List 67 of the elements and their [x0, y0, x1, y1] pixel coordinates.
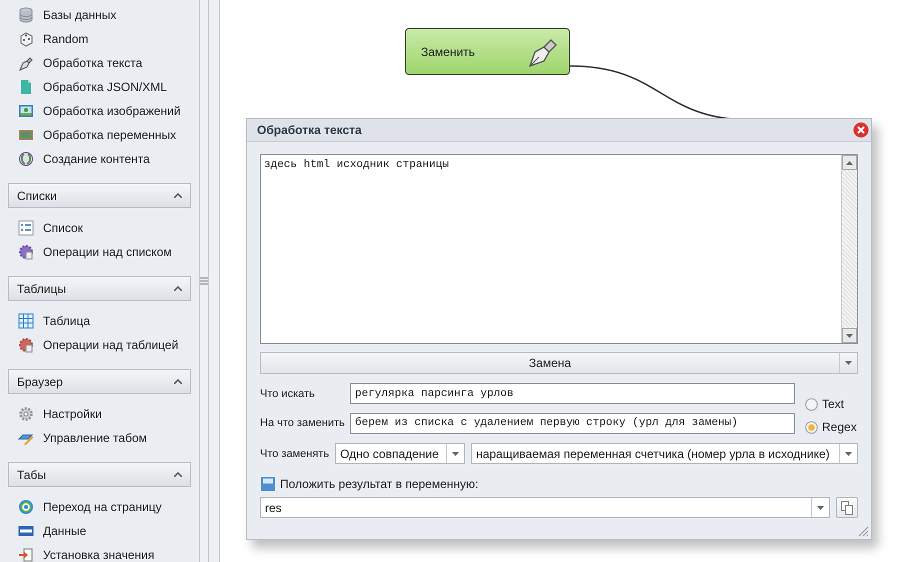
- radio-icon: [805, 398, 818, 410]
- sidebar-item[interactable]: Обработка изображений: [43, 104, 181, 118]
- gear-icon: [18, 337, 34, 353]
- chalkboard-icon: [18, 127, 34, 143]
- chevron-icon: [174, 286, 182, 291]
- sidebar-item[interactable]: Обработка переменных: [43, 128, 176, 142]
- sidebar-item[interactable]: Создание контента: [43, 152, 150, 166]
- sidebar-item[interactable]: Операции над таблицей: [43, 338, 178, 352]
- node-label: Заменить: [421, 44, 475, 58]
- copy-icon: [841, 500, 853, 514]
- sidebar-item[interactable]: Операции над списком: [43, 245, 172, 259]
- caret-icon: [452, 452, 460, 456]
- counter-dropdown[interactable]: наращиваемая переменная счетчика (номер урла в исходнике): [471, 443, 858, 464]
- caret-icon: [845, 452, 852, 456]
- close-icon[interactable]: [853, 122, 869, 138]
- grip-icon[interactable]: [200, 277, 208, 285]
- action-node[interactable]: Заменить: [405, 28, 570, 75]
- result-variable-dropdown[interactable]: res: [260, 497, 830, 518]
- group-header[interactable]: Табы: [8, 462, 191, 487]
- sidebar-item[interactable]: Обработка JSON/XML: [43, 80, 167, 94]
- table-icon: [18, 313, 34, 329]
- group-header[interactable]: Таблицы: [8, 276, 191, 301]
- gear-icon: [18, 406, 34, 422]
- database-icon: [18, 7, 34, 23]
- search-field[interactable]: регулярка парсинга урлов: [350, 383, 795, 404]
- caret-icon: [845, 361, 852, 365]
- sidebar-item[interactable]: Данные: [43, 524, 86, 538]
- sidebar-item[interactable]: Переход на страницу: [43, 500, 162, 514]
- dice-icon: [18, 31, 34, 47]
- scrollbar[interactable]: [841, 155, 857, 343]
- radio-button[interactable]: Text: [805, 397, 858, 411]
- field-label: Положить результат в переменную:: [280, 477, 478, 491]
- sidebar-item[interactable]: Random: [43, 32, 88, 46]
- sidebar-item[interactable]: Базы данных: [43, 8, 116, 22]
- chevron-icon: [174, 193, 182, 198]
- gear-icon: [18, 244, 34, 260]
- sidebar-item[interactable]: Настройки: [43, 407, 102, 421]
- replace-field[interactable]: берем из списка с удалением первую строку (урл для замены): [350, 412, 795, 434]
- sidebar-item[interactable]: Таблица: [43, 314, 90, 328]
- image-icon: [18, 103, 34, 119]
- pen-nib-icon: [18, 55, 34, 71]
- group-header[interactable]: Списки: [8, 183, 191, 208]
- source-text-area[interactable]: здесь html исходник страницы: [260, 154, 858, 344]
- caret-icon: [817, 506, 824, 510]
- arrow-icon: [18, 547, 34, 562]
- chevron-icon: [174, 472, 182, 477]
- chevron-icon: [174, 379, 182, 384]
- radio-icon: [805, 420, 818, 434]
- resize-grip-icon[interactable]: [857, 525, 869, 537]
- sidebar-item[interactable]: Список: [43, 221, 83, 235]
- down-arrow-icon[interactable]: [846, 334, 853, 338]
- field-label: Что искать: [260, 388, 316, 400]
- copy-button[interactable]: [836, 497, 858, 518]
- mode-dropdown[interactable]: Замена: [260, 352, 858, 374]
- field-label: На что заменить: [260, 417, 346, 430]
- document-icon: [18, 79, 34, 95]
- sidebar-item[interactable]: Управление табом: [43, 431, 147, 445]
- field-label: Что заменять: [260, 448, 330, 460]
- numbered-list-icon: [18, 220, 34, 236]
- up-arrow-icon[interactable]: [846, 160, 853, 164]
- dialog-title: Обработка текста: [257, 123, 362, 137]
- sidebar-item[interactable]: Установка значения: [43, 548, 154, 562]
- group-header[interactable]: Браузер: [8, 369, 191, 394]
- scope-dropdown[interactable]: Одно совпадение: [335, 443, 466, 464]
- sidebar-item[interactable]: Обработка текста: [43, 56, 142, 70]
- save-icon: [260, 476, 276, 492]
- radio-button[interactable]: Regex: [805, 420, 858, 434]
